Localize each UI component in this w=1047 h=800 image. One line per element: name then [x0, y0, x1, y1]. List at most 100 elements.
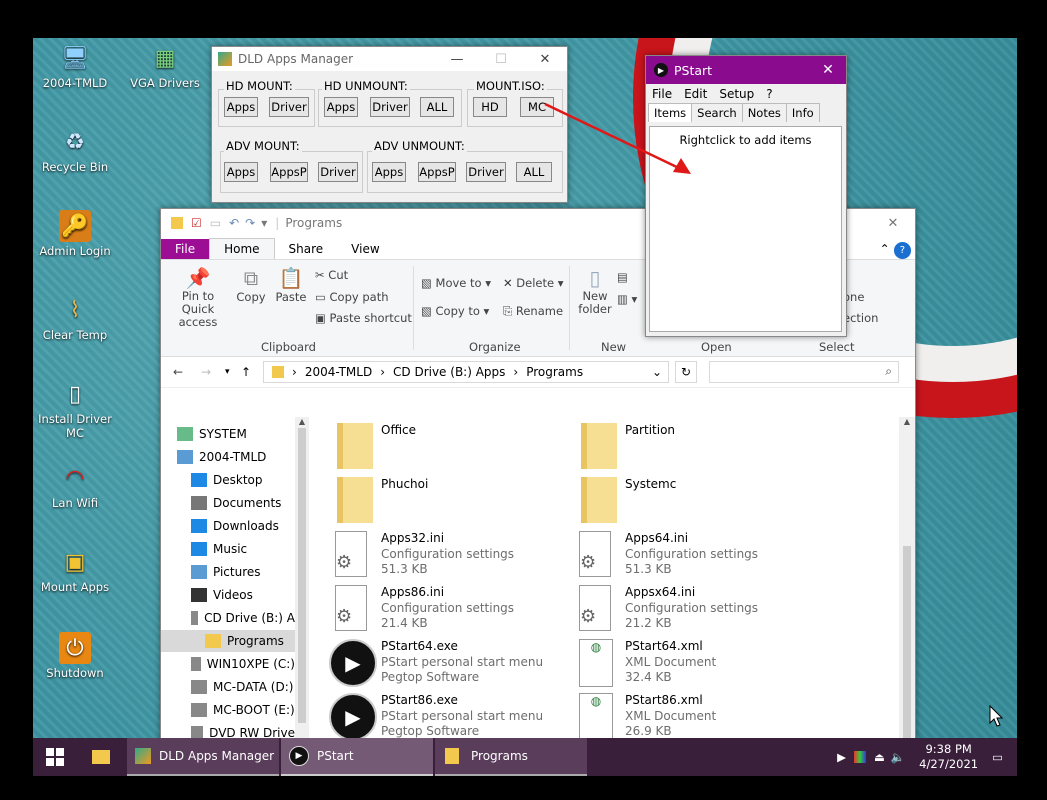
- nav-item-system[interactable]: SYSTEM: [161, 423, 295, 445]
- close-button[interactable]: ✕: [871, 216, 915, 231]
- pstart-tray-icon[interactable]: ▶: [837, 750, 846, 764]
- volume-icon[interactable]: 🔈: [891, 750, 905, 764]
- new-folder-button[interactable]: ▯ New folder: [575, 266, 615, 316]
- paste-button[interactable]: 📋 Paste: [273, 266, 309, 304]
- move-to-button[interactable]: ▧ Move to ▾: [421, 276, 491, 290]
- nav-scrollbar[interactable]: ▲: [295, 417, 309, 776]
- nav-item-win10xpe-c[interactable]: WIN10XPE (C:): [161, 653, 295, 675]
- file-item[interactable]: Systemc: [553, 475, 793, 529]
- breadcrumb[interactable]: › 2004-TMLD › CD Drive (B:) Apps › Progr…: [263, 361, 669, 383]
- nav-item-mc-data-d[interactable]: MC-DATA (D:): [161, 676, 295, 698]
- new-folder-icon[interactable]: ▭: [210, 216, 221, 230]
- hd-mount-apps-button[interactable]: Apps: [224, 97, 258, 117]
- usb-tray-icon[interactable]: ⏏: [874, 750, 885, 764]
- mount-iso-hd-button[interactable]: HD: [473, 97, 507, 117]
- tab-items[interactable]: Items: [648, 103, 693, 122]
- maximize-button[interactable]: ☐: [479, 52, 523, 67]
- menu-edit[interactable]: Edit: [684, 87, 707, 101]
- desktop-icon-shutdown[interactable]: ⏻ Shutdown: [33, 632, 117, 680]
- menu-help[interactable]: ?: [766, 87, 772, 101]
- desktop-icon-admin-login[interactable]: 🔑 Admin Login: [33, 210, 117, 258]
- copy-to-button[interactable]: ▧ Copy to ▾: [421, 304, 489, 318]
- ribbon-expand-icon[interactable]: ⌃: [876, 239, 894, 259]
- tab-view[interactable]: View: [337, 239, 393, 259]
- adv-unmount-apps-button[interactable]: Apps: [372, 162, 406, 182]
- nav-item-mc-boot-e[interactable]: MC-BOOT (E:): [161, 699, 295, 721]
- nav-item-2004-tmld[interactable]: 2004-TMLD: [161, 446, 295, 468]
- tab-notes[interactable]: Notes: [741, 103, 787, 122]
- redo-icon[interactable]: ↷: [245, 216, 255, 230]
- taskbar-item-programs[interactable]: Programs: [435, 738, 587, 776]
- file-item[interactable]: Office: [309, 421, 549, 475]
- hd-unmount-apps-button[interactable]: Apps: [324, 97, 358, 117]
- chevron-down-icon[interactable]: ⌄: [652, 365, 662, 379]
- nav-item-programs[interactable]: Programs: [161, 630, 295, 652]
- invert-selection-button[interactable]: ection: [843, 311, 878, 325]
- mount-iso-mc-button[interactable]: MC: [520, 97, 554, 117]
- paste-shortcut-button[interactable]: ▣ Paste shortcut: [315, 311, 412, 325]
- search-input[interactable]: ⌕: [709, 361, 899, 383]
- nav-item-videos[interactable]: Videos: [161, 584, 295, 606]
- content-scrollbar[interactable]: ▲: [899, 417, 915, 776]
- adv-mount-driver-button[interactable]: Driver: [318, 162, 358, 182]
- file-item[interactable]: ⚙ Apps64.ini Configuration settings 51.3 KB: [553, 529, 793, 583]
- pstart-title-bar[interactable]: ▶ PStart ✕: [646, 56, 846, 84]
- nav-item-music[interactable]: Music: [161, 538, 295, 560]
- notification-icon[interactable]: ▭: [992, 750, 1003, 764]
- tab-file[interactable]: File: [161, 239, 210, 259]
- desktop-icon-lan-wifi[interactable]: ◠ Lan Wifi: [33, 462, 117, 511]
- close-button[interactable]: ✕: [523, 52, 567, 67]
- refresh-icon[interactable]: ↻: [675, 361, 697, 383]
- taskbar-item-dld[interactable]: DLD Apps Manager: [127, 738, 279, 776]
- pin-button[interactable]: 📌 Pin to Quick access: [167, 266, 229, 329]
- desktop-icon-mount-apps[interactable]: ▣ Mount Apps: [33, 546, 117, 595]
- recent-locations-icon[interactable]: ▾: [225, 367, 230, 377]
- nav-item-downloads[interactable]: Downloads: [161, 515, 295, 537]
- nav-item-desktop[interactable]: Desktop: [161, 469, 295, 491]
- dld-title-bar[interactable]: DLD Apps Manager — ☐ ✕: [212, 47, 567, 71]
- taskbar-item-pstart[interactable]: ▶ PStart: [281, 738, 433, 776]
- file-item[interactable]: Phuchoi: [309, 475, 549, 529]
- file-explorer-taskbar-button[interactable]: [81, 738, 121, 776]
- easy-access-icon[interactable]: ▥ ▾: [617, 292, 637, 306]
- desktop-icon-clear-temp[interactable]: ⌇ Clear Temp: [33, 294, 117, 343]
- rename-button[interactable]: ⎘ Rename: [503, 304, 563, 319]
- tab-home[interactable]: Home: [209, 238, 275, 259]
- tab-share[interactable]: Share: [275, 239, 338, 259]
- file-item[interactable]: ◍ PStart86.xml XML Document 26.9 KB: [553, 691, 793, 745]
- breadcrumb-item[interactable]: CD Drive (B:) Apps: [393, 365, 505, 379]
- adv-mount-appsp-button[interactable]: AppsP: [270, 162, 308, 182]
- minimize-button[interactable]: —: [435, 52, 479, 67]
- file-item[interactable]: ◍ PStart64.xml XML Document 32.4 KB: [553, 637, 793, 691]
- adv-mount-apps-button[interactable]: Apps: [224, 162, 258, 182]
- adv-unmount-driver-button[interactable]: Driver: [466, 162, 506, 182]
- hd-mount-driver-button[interactable]: Driver: [269, 97, 309, 117]
- menu-setup[interactable]: Setup: [719, 87, 754, 101]
- tab-search[interactable]: Search: [691, 103, 743, 122]
- cut-button[interactable]: ✂ Cut: [315, 268, 348, 282]
- adv-unmount-all-button[interactable]: ALL: [516, 162, 552, 182]
- desktop-icon-vga-drivers[interactable]: ▦ VGA Drivers: [123, 42, 207, 91]
- copy-button[interactable]: ⧉ Copy: [233, 266, 269, 304]
- customize-toolbar-icon[interactable]: ▾: [261, 216, 267, 230]
- file-item[interactable]: Partition: [553, 421, 793, 475]
- file-item[interactable]: ▶ PStart64.exe PStart personal start menu P…: [309, 637, 549, 691]
- copy-path-button[interactable]: ▭ Copy path: [315, 290, 389, 304]
- menu-file[interactable]: File: [652, 87, 672, 101]
- breadcrumb-item[interactable]: Programs: [526, 365, 583, 379]
- help-icon[interactable]: ?: [893, 242, 911, 259]
- close-button[interactable]: ✕: [810, 62, 846, 78]
- file-item[interactable]: ⚙ Apps86.ini Configuration settings 21.4 KB: [309, 583, 549, 637]
- hd-unmount-all-button[interactable]: ALL: [420, 97, 454, 117]
- hd-unmount-driver-button[interactable]: Driver: [370, 97, 410, 117]
- undo-icon[interactable]: ↶: [229, 216, 239, 230]
- tab-info[interactable]: Info: [785, 103, 820, 122]
- delete-button[interactable]: ✕ Delete ▾: [503, 276, 564, 290]
- nav-item-documents[interactable]: Documents: [161, 492, 295, 514]
- new-item-icon[interactable]: ▤: [617, 270, 628, 284]
- start-button[interactable]: [33, 738, 77, 776]
- up-arrow-icon[interactable]: ↑: [241, 365, 251, 379]
- desktop-icon-recycle-bin[interactable]: ♻ Recycle Bin: [33, 126, 117, 175]
- desktop-icon-2004-tmld[interactable]: 🖥 2004-TMLD: [33, 42, 117, 91]
- breadcrumb-item[interactable]: 2004-TMLD: [305, 365, 372, 379]
